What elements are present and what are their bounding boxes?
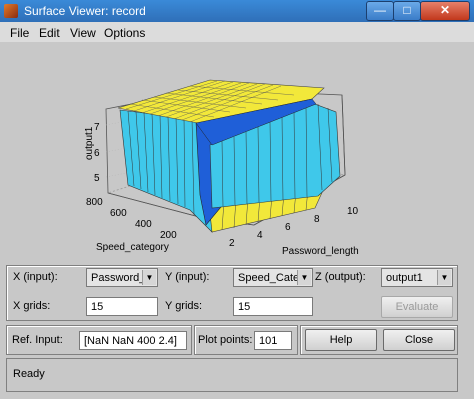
y-tick-800: 800 (86, 197, 103, 208)
minimize-button[interactable]: — (366, 1, 394, 21)
y-input-label: Y (input): (165, 271, 210, 283)
x-grids-label: X grids: (13, 300, 51, 312)
y-tick-600: 600 (110, 208, 127, 219)
maximize-button[interactable]: □ (393, 1, 421, 21)
action-buttons-panel: Help Close (300, 325, 458, 355)
plot-points-label: Plot points: (198, 334, 253, 346)
status-text: Ready (13, 368, 45, 380)
z-output-value: output1 (386, 272, 423, 284)
menu-file[interactable]: File (10, 26, 29, 40)
y-axis-label: Speed_category (96, 242, 169, 253)
z-tick-5: 5 (94, 173, 100, 184)
y-grids-label: Y grids: (165, 300, 203, 312)
x-tick-10: 10 (347, 206, 359, 217)
surface-plot-area[interactable]: output1 7 6 5 800 600 400 200 2 4 6 8 10… (0, 42, 474, 264)
help-button[interactable]: Help (305, 329, 377, 351)
x-grids-field[interactable]: 15 (86, 297, 158, 316)
y-tick-400: 400 (135, 219, 152, 230)
z-output-select[interactable]: output1 ▼ (381, 268, 453, 287)
surface-plot[interactable]: output1 7 6 5 800 600 400 200 2 4 6 8 10… (0, 42, 474, 264)
plot-points-panel: Plot points: 101 (194, 325, 298, 355)
z-output-label: Z (output): (315, 271, 366, 283)
ref-input-label: Ref. Input: (12, 334, 63, 346)
chevron-down-icon: ▼ (437, 270, 451, 285)
z-tick-7: 7 (94, 122, 100, 133)
close-button[interactable]: Close (383, 329, 455, 351)
menu-bar: File Edit View Options (0, 22, 474, 43)
window-title: Surface Viewer: record (24, 4, 146, 18)
y-input-select[interactable]: Speed_Cate... ▼ (233, 268, 313, 287)
x-tick-8: 8 (314, 214, 320, 225)
plot-points-field[interactable]: 101 (254, 331, 292, 350)
ref-input-field[interactable]: [NaN NaN 400 2.4] (79, 331, 187, 350)
x-tick-4: 4 (257, 230, 263, 241)
chevron-down-icon: ▼ (142, 270, 156, 285)
x-tick-6: 6 (285, 222, 291, 233)
close-window-button[interactable]: ✕ (420, 1, 470, 21)
x-input-label: X (input): (13, 271, 58, 283)
x-tick-2: 2 (229, 238, 235, 249)
title-bar: Surface Viewer: record — □ ✕ (0, 0, 474, 22)
y-grids-field[interactable]: 15 (233, 297, 313, 316)
axis-selection-panel: X (input): Password_... ▼ Y (input): Spe… (6, 265, 458, 321)
matlab-icon (4, 4, 18, 18)
status-bar: Ready (6, 358, 458, 392)
ref-input-panel: Ref. Input: [NaN NaN 400 2.4] (6, 325, 192, 355)
evaluate-button[interactable]: Evaluate (381, 296, 453, 318)
menu-options[interactable]: Options (104, 26, 145, 40)
x-input-select[interactable]: Password_... ▼ (86, 268, 158, 287)
x-axis-label: Password_length (282, 246, 359, 257)
surface-viewer-window: Surface Viewer: record — □ ✕ File Edit V… (0, 0, 474, 399)
y-tick-200: 200 (160, 230, 177, 241)
menu-view[interactable]: View (70, 26, 96, 40)
z-tick-6: 6 (94, 148, 100, 159)
menu-edit[interactable]: Edit (39, 26, 60, 40)
chevron-down-icon: ▼ (297, 270, 311, 285)
